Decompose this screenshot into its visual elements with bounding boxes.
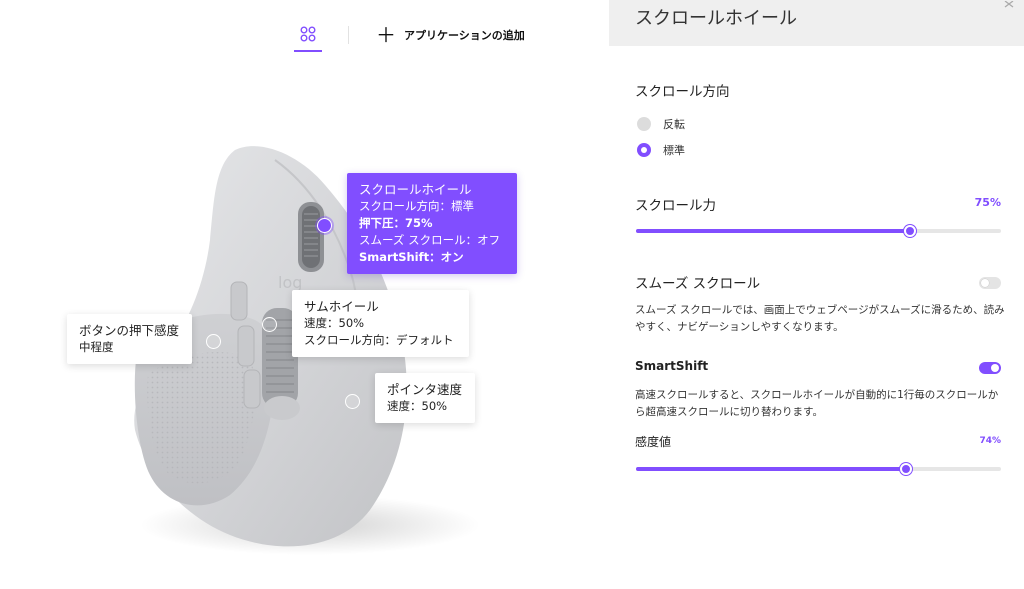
sensitivity-slider[interactable] [636, 462, 1001, 476]
close-icon[interactable] [1002, 0, 1016, 8]
scroll-direction-label: スクロール方向 [635, 84, 730, 100]
smooth-scroll-toggle[interactable] [979, 277, 1001, 289]
slider-fill [636, 229, 910, 233]
add-application-button[interactable]: ＋ アプリケーションの追加 [376, 24, 525, 46]
thumb-wheel-callout[interactable]: サムホイール 速度：50% スクロール方向：デフォルト [292, 290, 469, 357]
pointer-speed-callout-title: ポインタ速度 [387, 382, 463, 397]
smooth-scroll-summary: スムーズ スクロール：オフ [359, 233, 501, 247]
pointer-speed-callout[interactable]: ポインタ速度 速度：50% [375, 373, 475, 423]
all-applications-tab[interactable] [294, 22, 322, 52]
button-press-level: 中程度 [79, 340, 114, 354]
device-toolbar: ＋ アプリケーションの追加 [0, 0, 609, 60]
press-force-summary: 押下圧：75% [359, 216, 433, 230]
pointer-speed-value: 速度：50% [387, 399, 448, 413]
smooth-scroll-label: スムーズ スクロール [635, 276, 761, 292]
toolbar-divider [348, 26, 349, 44]
button-press-callout-title: ボタンの押下感度 [79, 323, 180, 338]
thumb-wheel-callout-title: サムホイール [304, 299, 379, 314]
thumb-wheel-hotspot[interactable] [262, 317, 277, 332]
slider-knob[interactable] [900, 463, 913, 475]
radio-on-icon [637, 143, 651, 157]
smartshift-toggle[interactable] [979, 362, 1001, 374]
scroll-wheel-callout[interactable]: スクロールホイール スクロール方向：標準 押下圧：75% スムーズ スクロール：… [347, 173, 517, 274]
smooth-scroll-description: スムーズ スクロールでは、画面上でウェブページがスムーズに滑るため、読みやすく、… [635, 304, 1005, 333]
device-view: ＋ アプリケーションの追加 log スクロールホイール スクロール方向：標準 押… [0, 0, 609, 589]
app-window: ＋ アプリケーションの追加 log スクロールホイール スクロール方向：標準 押… [0, 0, 1024, 589]
scroll-direction-summary: スクロール方向：標準 [359, 199, 474, 213]
radio-label-inverted: 反転 [663, 118, 685, 131]
panel-title: スクロールホイール [635, 8, 797, 29]
pointer-speed-hotspot[interactable] [345, 394, 360, 409]
thumb-wheel-direction: スクロール方向：デフォルト [304, 333, 454, 347]
sensitivity-label: 感度値 [635, 435, 672, 449]
thumb-wheel-speed: 速度：50% [304, 316, 365, 330]
slider-fill [636, 467, 907, 471]
scroll-wheel-callout-title: スクロールホイール [359, 182, 472, 197]
scroll-wheel-hotspot[interactable] [317, 218, 332, 233]
active-tab-underline [294, 50, 322, 52]
four-circles-icon [300, 26, 316, 42]
radio-off-icon [637, 117, 651, 131]
scroll-force-label: スクロール力 [635, 198, 716, 214]
scroll-force-value: 75% [974, 196, 1001, 209]
button-press-hotspot[interactable] [206, 334, 221, 349]
scroll-direction-option-inverted[interactable]: 反転 [637, 116, 685, 132]
sensitivity-value: 74% [979, 436, 1001, 446]
radio-label-standard: 標準 [663, 144, 685, 157]
smartshift-description: 高速スクロールすると、スクロールホイールが自動的に1行毎のスクロールから超高速ス… [635, 389, 999, 418]
settings-panel: スクロールホイール スクロール方向 反転 標準 スクロール力 75% スムーズ … [609, 0, 1024, 589]
toggle-dot [991, 364, 999, 372]
smartshift-label: SmartShift [635, 359, 709, 373]
plus-icon: ＋ [376, 23, 396, 47]
panel-header: スクロールホイール [609, 0, 1024, 46]
scroll-direction-option-standard[interactable]: 標準 [637, 142, 685, 158]
slider-knob[interactable] [903, 225, 916, 237]
scroll-force-slider[interactable] [636, 224, 1001, 238]
add-application-label: アプリケーションの追加 [404, 29, 525, 42]
smartshift-summary: SmartShift：オン [359, 250, 464, 264]
button-press-callout[interactable]: ボタンの押下感度 中程度 [67, 314, 192, 364]
toggle-dot [981, 279, 989, 287]
